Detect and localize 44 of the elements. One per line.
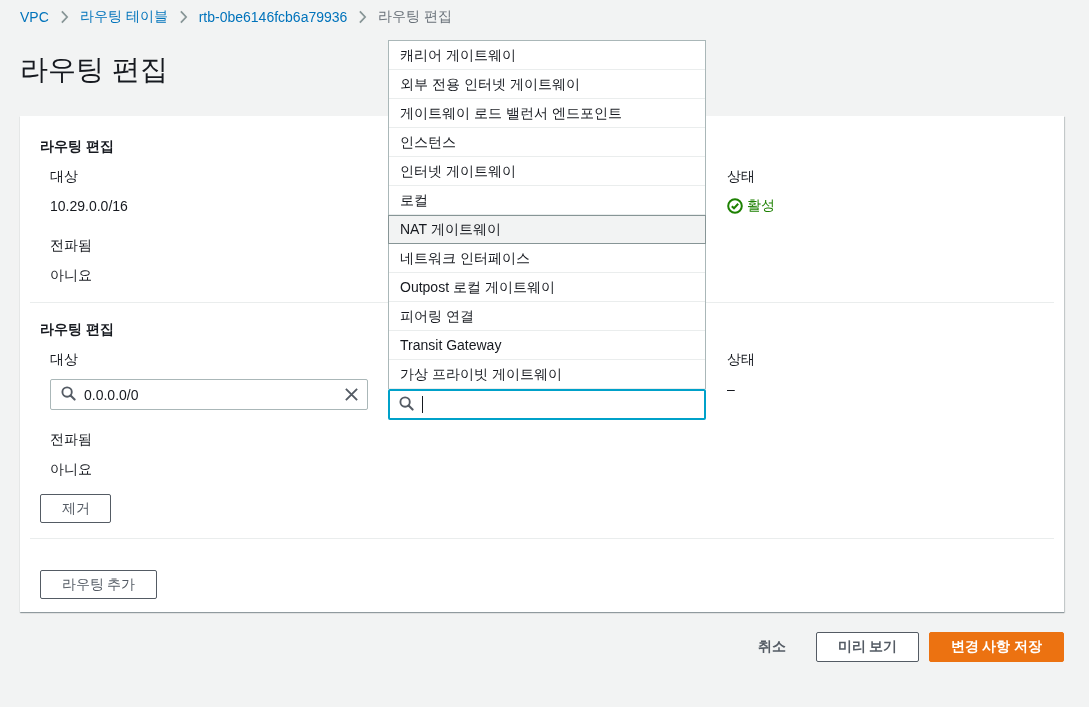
target-input[interactable]: 0.0.0.0/0 [50,379,368,410]
route-heading: 라우팅 편집 [40,320,114,339]
status-value: 활성 [747,197,775,215]
target-label: 대상 [50,167,79,186]
preview-button[interactable]: 미리 보기 [816,632,919,662]
dropdown-option[interactable]: 피어링 연결 [389,302,705,331]
dropdown-option[interactable]: 외부 전용 인터넷 게이트웨이 [389,70,705,99]
clear-icon[interactable] [344,387,359,402]
target-value: 10.29.0.0/16 [50,197,129,216]
cancel-button[interactable]: 취소 [738,632,806,662]
dropdown-option[interactable]: Outpost 로컬 게이트웨이 [389,273,705,302]
breadcrumb-current: 라우팅 편집 [378,8,453,26]
dropdown-option[interactable]: Transit Gateway [389,331,705,360]
route-heading: 라우팅 편집 [40,137,114,156]
propagated-value: 아니요 [50,460,93,479]
propagated-label: 전파됨 [50,236,93,255]
target-input-value: 0.0.0.0/0 [84,386,140,403]
check-circle-icon [727,198,743,214]
target-label: 대상 [50,350,79,369]
search-icon [61,385,76,404]
propagated-value: 아니요 [50,266,93,285]
dropdown-option[interactable]: 가상 프라이빗 게이트웨이 [389,360,705,389]
breadcrumb-link[interactable]: VPC [20,9,49,25]
search-icon [399,395,414,414]
breadcrumb-link[interactable]: 라우팅 테이블 [79,8,168,26]
chevron-right-icon [358,10,368,24]
dropdown-option[interactable]: 네트워크 인터페이스 [389,244,705,273]
chevron-right-icon [59,10,69,24]
dropdown-option[interactable]: NAT 게이트웨이 [388,215,706,244]
search-field[interactable] [388,389,706,420]
status-value: – [727,381,735,397]
dropdown-option[interactable]: 인스턴스 [389,128,705,157]
dropdown-option[interactable]: 캐리어 게이트웨이 [389,41,705,70]
breadcrumb-link[interactable]: rtb-0be6146fcb6a79936 [198,9,348,25]
dropdown-option[interactable]: 인터넷 게이트웨이 [389,157,705,186]
remove-button[interactable]: 제거 [40,494,111,523]
propagated-label: 전파됨 [50,430,93,449]
add-route-button[interactable]: 라우팅 추가 [40,570,157,599]
status-label: 상태 [727,350,756,369]
text-cursor [422,396,423,413]
page-title: 라우팅 편집 [20,53,168,87]
dropdown-option[interactable]: 게이트웨이 로드 밸런서 엔드포인트 [389,99,705,128]
chevron-right-icon [178,10,188,24]
status-label: 상태 [727,167,756,186]
